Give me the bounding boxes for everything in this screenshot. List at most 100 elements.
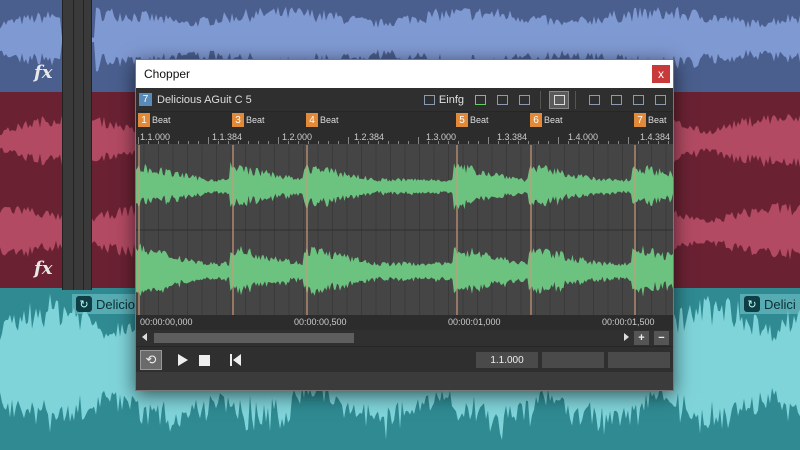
fx-icon[interactable]: fx: [34, 258, 52, 279]
ruler-tick: [578, 141, 579, 144]
ruler-tick: [198, 141, 199, 144]
preview-mode-icon: [553, 94, 565, 105]
time-label: 00:00:00,000: [140, 317, 193, 327]
beat-marker[interactable]: 1 Beat: [138, 113, 171, 127]
beat-marker-lane[interactable]: 1 Beat 3 Beat 4 Beat 5 Beat 6 Beat 7 Beat: [136, 112, 673, 130]
export-button-3[interactable]: [628, 91, 648, 109]
ruler-tick: [158, 141, 159, 144]
ruler-tick: [588, 141, 589, 144]
beat-marker[interactable]: 4 Beat: [306, 113, 339, 127]
stereo-waveform: [136, 145, 673, 315]
ruler-label: 1.3.000: [426, 132, 457, 142]
insert-button[interactable]: Einfg: [420, 91, 468, 109]
clip-label-left[interactable]: ↻ Delicio: [72, 294, 140, 314]
scroll-thumb[interactable]: [154, 333, 354, 343]
chopper-window[interactable]: Chopper x 7 Delicious AGuit C 5 Einfg 1 …: [135, 59, 674, 391]
ruler-tick: [258, 141, 259, 144]
ruler-tick: [568, 141, 569, 144]
export-button-1[interactable]: [584, 91, 604, 109]
time-label: 00:00:00,500: [294, 317, 347, 327]
ruler-tick: [228, 141, 229, 144]
chopper-toolbar: 7 Delicious AGuit C 5 Einfg: [136, 88, 673, 112]
slice-left-button[interactable]: [492, 91, 512, 109]
fx-icon[interactable]: fx: [34, 62, 52, 83]
ruler-tick: [278, 137, 279, 144]
ruler-tick: [308, 141, 309, 144]
transport-bar: ⟲ 1.1.000: [136, 346, 673, 372]
position-display[interactable]: 1.1.000: [476, 352, 538, 368]
ruler-tick: [268, 141, 269, 144]
ruler-tick: [388, 141, 389, 144]
loop-icon: ⟲: [145, 352, 157, 367]
ruler-tick: [138, 137, 139, 144]
clip-label-right[interactable]: ↻ Delici: [740, 294, 800, 314]
ruler-tick: [318, 141, 319, 144]
clip-label-text: Delicio: [96, 296, 136, 312]
rewind-to-start-icon[interactable]: [230, 354, 242, 366]
tempo-display[interactable]: [608, 352, 670, 368]
preview-mode-button[interactable]: [549, 90, 569, 109]
slice-right-button[interactable]: [514, 91, 534, 109]
ruler-tick: [238, 141, 239, 144]
ruler-tick: [498, 141, 499, 144]
ruler-tick: [178, 141, 179, 144]
ruler-tick: [438, 141, 439, 144]
grid-icon: [423, 94, 435, 105]
ruler-tick: [338, 141, 339, 144]
beat-marker[interactable]: 5 Beat: [456, 113, 489, 127]
ruler-tick: [648, 141, 649, 144]
ruler-tick: [378, 141, 379, 144]
export-icon: [610, 94, 622, 105]
title-bar[interactable]: Chopper x: [136, 60, 673, 88]
beat-marker[interactable]: 7 Beat: [634, 113, 667, 127]
ruler-tick: [658, 141, 659, 144]
ruler-tick: [488, 137, 489, 144]
waveform-view[interactable]: [136, 145, 673, 315]
time-ruler: 00:00:00,000 00:00:00,500 00:00:01,000 0…: [136, 315, 673, 330]
ruler-tick: [168, 141, 169, 144]
beat-marker[interactable]: 6 Beat: [530, 113, 563, 127]
ruler-tick: [188, 141, 189, 144]
export-icon: [632, 94, 644, 105]
ruler-tick: [208, 137, 209, 144]
close-button[interactable]: x: [652, 65, 670, 83]
ruler-tick: [538, 141, 539, 144]
play-icon[interactable]: [178, 354, 188, 366]
scroll-left-arrow-icon[interactable]: [142, 333, 147, 341]
loop-button[interactable]: ⟲: [140, 350, 162, 370]
beat-marker[interactable]: 3 Beat: [232, 113, 265, 127]
ruler-label: 1.3.384: [497, 132, 528, 142]
scroll-right-arrow-icon[interactable]: [624, 333, 629, 341]
ruler-tick: [358, 141, 359, 144]
slice-left-icon: [496, 94, 508, 105]
export-icon: [588, 94, 600, 105]
ruler-tick: [548, 141, 549, 144]
ruler-tick: [288, 141, 289, 144]
ruler-tick: [528, 141, 529, 144]
length-display[interactable]: [542, 352, 604, 368]
ruler-tick: [348, 137, 349, 144]
marker-color-button[interactable]: [470, 91, 490, 109]
export-button-2[interactable]: [606, 91, 626, 109]
ruler-tick: [518, 141, 519, 144]
ruler-tick: [298, 141, 299, 144]
bar-ruler[interactable]: 1.1.000 1.1.384 1.2.000 1.2.384 1.3.000 …: [136, 130, 673, 145]
ruler-tick: [218, 141, 219, 144]
ruler-tick: [508, 141, 509, 144]
clip-index-badge: 7: [139, 93, 152, 106]
export-button-4[interactable]: [650, 91, 670, 109]
ruler-tick: [458, 141, 459, 144]
ruler-label: 1.1.000: [140, 132, 171, 142]
ruler-tick: [608, 141, 609, 144]
ruler-tick: [618, 141, 619, 144]
zoom-in-button[interactable]: +: [634, 331, 649, 345]
zoom-out-button[interactable]: −: [654, 331, 669, 345]
ruler-tick: [428, 141, 429, 144]
horizontal-scrollbar[interactable]: + −: [136, 330, 673, 346]
stop-icon[interactable]: [199, 355, 210, 366]
slice-right-icon: [518, 94, 530, 105]
ruler-tick: [418, 137, 419, 144]
insert-label: Einfg: [438, 93, 464, 106]
ruler-tick: [248, 141, 249, 144]
ruler-tick: [328, 141, 329, 144]
